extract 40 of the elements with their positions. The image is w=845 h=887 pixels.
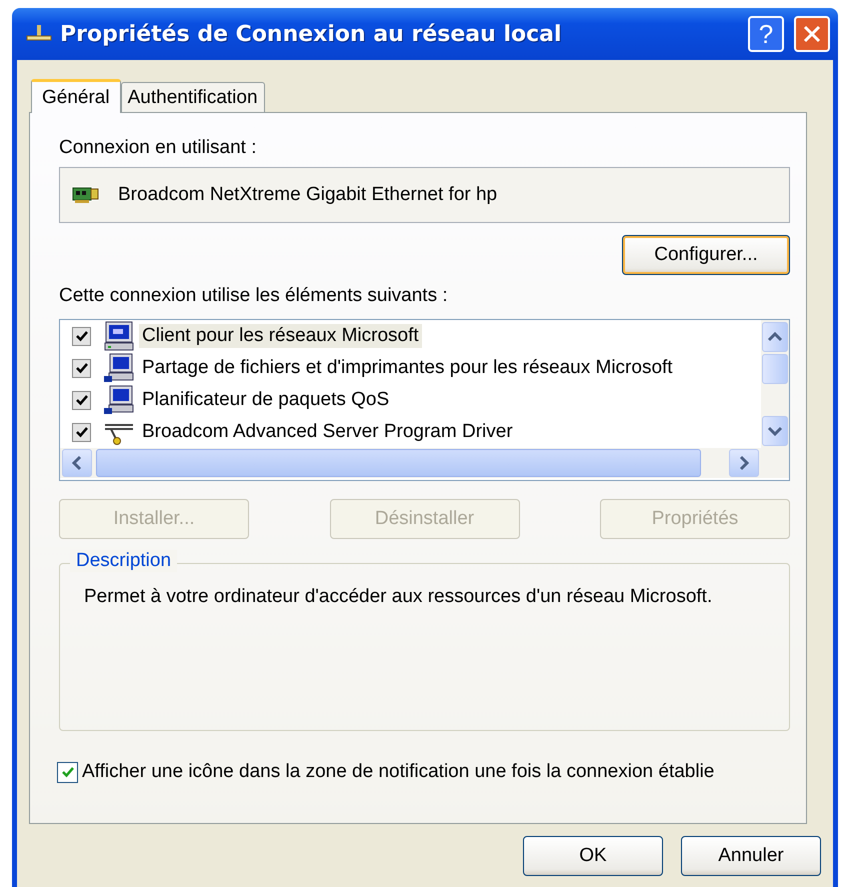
check-icon (74, 361, 88, 375)
checkbox[interactable] (72, 390, 91, 410)
cancel-button[interactable]: Annuler (681, 836, 821, 876)
scroll-thumb[interactable] (96, 449, 701, 477)
configure-button[interactable]: Configurer... (622, 235, 790, 275)
network-card-icon (72, 186, 100, 204)
list-item[interactable]: Partage de fichiers et d'imprimantes pour les réseaux Microsoft (139, 356, 676, 380)
list-item[interactable]: Planificateur de paquets QoS (139, 388, 392, 412)
checkbox[interactable] (72, 326, 91, 346)
list-item[interactable]: Broadcom Advanced Server Program Driver (139, 420, 516, 444)
list-item[interactable]: Client pour les réseaux Microsoft (139, 324, 422, 348)
description-text: Permet à votre ordinateur d'accéder aux ressources d'un réseau Microsoft. (84, 586, 712, 607)
check-icon (74, 329, 88, 343)
close-icon[interactable] (802, 24, 822, 44)
group-legend: Description (70, 550, 178, 572)
scroll-down-icon[interactable] (762, 416, 788, 446)
tab[interactable]: Authentification (120, 82, 265, 112)
checkbox-label[interactable]: Afficher une icône dans la zone de notification une fois la connexion établie (82, 761, 714, 783)
scroll-thumb[interactable] (762, 354, 788, 384)
check-icon (74, 393, 88, 407)
computer-icon (103, 321, 135, 351)
checkbox[interactable] (57, 762, 78, 782)
check-icon (74, 425, 88, 439)
window-title: Propriétés de Connexion au réseau local (60, 22, 563, 46)
help-button[interactable]: ? (748, 16, 784, 52)
ok-button[interactable]: OK (523, 836, 663, 876)
horizontal-scrollbar[interactable] (60, 448, 789, 478)
scroll-left-icon[interactable] (62, 449, 92, 477)
close-button[interactable] (794, 16, 830, 52)
tab[interactable]: Général (31, 79, 121, 113)
connect-using-label: Connexion en utilisant : (59, 137, 258, 159)
adapter-name: Broadcom NetXtreme Gigabit Ethernet for hp (118, 184, 498, 206)
computer-icon (103, 385, 135, 415)
scroll-right-icon[interactable] (729, 449, 759, 477)
scroll-up-icon[interactable] (762, 322, 788, 352)
components-label: Cette connexion utilise les éléments suivants : (59, 285, 449, 307)
vertical-scrollbar[interactable] (761, 320, 789, 448)
checkbox[interactable] (72, 422, 91, 442)
checkbox[interactable] (72, 358, 91, 378)
computer-icon (103, 353, 135, 383)
